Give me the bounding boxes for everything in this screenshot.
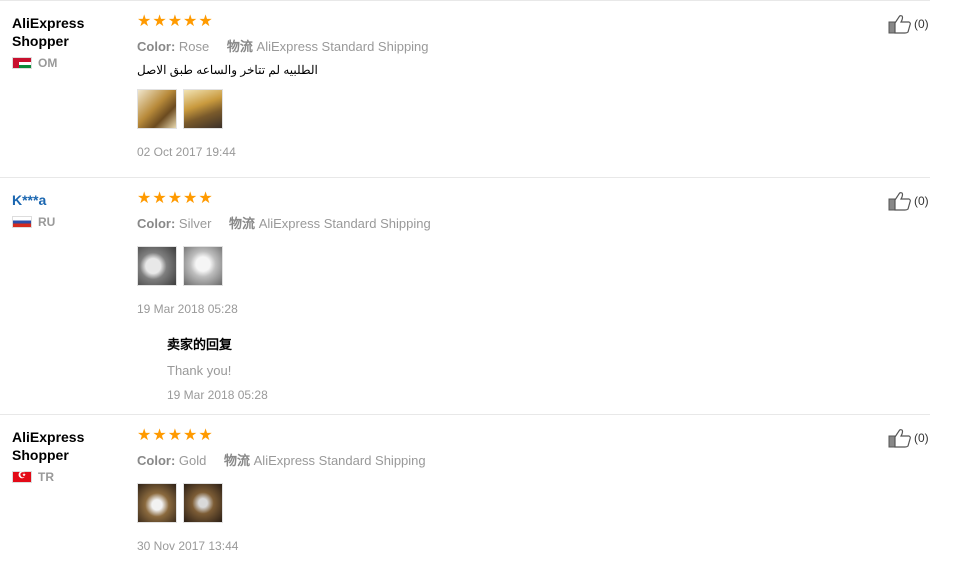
star-icon: ★ bbox=[152, 190, 167, 207]
review-content: ★ ★ ★ ★ ★ Color: Gold 物流 AliExpress Standard… bbox=[137, 428, 877, 553]
review-photos bbox=[137, 246, 877, 286]
review-photo-thumbnail[interactable] bbox=[183, 89, 223, 129]
star-icon: ★ bbox=[183, 427, 198, 444]
shipping-label: 物流 bbox=[226, 39, 253, 54]
review-photo-thumbnail[interactable] bbox=[137, 483, 177, 523]
color-value: Rose bbox=[178, 39, 210, 54]
color-label: Color: bbox=[137, 216, 176, 231]
reviewer-info: AliExpress Shopper OM bbox=[12, 14, 122, 70]
country-code: TR bbox=[38, 470, 54, 484]
shipping-value: AliExpress Standard Shipping bbox=[256, 39, 429, 54]
helpful-count: (0) bbox=[914, 431, 929, 445]
flag-icon bbox=[12, 470, 32, 483]
star-icon: ★ bbox=[152, 13, 167, 30]
reviewer-info: AliExpress Shopper TR bbox=[12, 428, 122, 484]
review-attributes: Color: Silver 物流 AliExpress Standard Shi… bbox=[137, 213, 877, 232]
helpful-count: (0) bbox=[914, 17, 929, 31]
reviewer-country: TR bbox=[12, 470, 122, 484]
review-photo-thumbnail[interactable] bbox=[183, 483, 223, 523]
star-icon: ★ bbox=[167, 13, 183, 30]
review-content: ★ ★ ★ ★ ★ Color: Rose 物流 AliExpress Standard… bbox=[137, 14, 877, 159]
star-icon: ★ bbox=[198, 427, 213, 444]
rating-stars: ★ ★ ★ ★ ★ bbox=[137, 191, 877, 207]
review-content: ★ ★ ★ ★ ★ Color: Silver 物流 AliExpress Standa… bbox=[137, 191, 877, 402]
star-icon: ★ bbox=[183, 190, 198, 207]
thumbs-up-icon bbox=[888, 192, 911, 211]
seller-reply-date: 19 Mar 2018 05:28 bbox=[167, 388, 268, 402]
seller-reply: 卖家的回复 Thank you! 19 Mar 2018 05:28 bbox=[167, 334, 877, 402]
review-attributes: Color: Gold 物流 AliExpress Standard Shipp… bbox=[137, 450, 877, 469]
review-item: AliExpress Shopper TR ★★★★★ Color: Gold … bbox=[0, 428, 930, 569]
star-icon: ★ bbox=[167, 427, 183, 444]
shipping-value: AliExpress Standard Shipping bbox=[253, 453, 426, 468]
reviewer-info: K***a RU bbox=[12, 191, 122, 229]
review-photo-thumbnail[interactable] bbox=[137, 89, 177, 129]
shipping-label: 物流 bbox=[224, 453, 251, 468]
review-photo-thumbnail[interactable] bbox=[137, 246, 177, 286]
review-date: 30 Nov 2017 13:44 bbox=[137, 539, 239, 553]
top-divider bbox=[0, 0, 930, 1]
thumbs-up-icon bbox=[888, 15, 911, 34]
color-value: Silver bbox=[178, 216, 212, 231]
reviewer-country: OM bbox=[12, 56, 122, 70]
review-item: AliExpress Shopper OM ★ ★ ★ ★ ★ Color: Rose … bbox=[0, 14, 930, 178]
star-icon: ★ bbox=[183, 13, 198, 30]
review-item: K***a RU ★ ★ ★ ★ ★ Color: Silver 物流 AliExpre… bbox=[0, 191, 930, 415]
reviewer-name: AliExpress Shopper bbox=[12, 429, 85, 463]
star-icon: ★ bbox=[198, 13, 213, 30]
star-icon: ★ bbox=[137, 190, 152, 207]
review-attributes: Color: Rose 物流 AliExpress Standard Shipp… bbox=[137, 36, 877, 55]
review-text: الطلبيه لم تتاخر والساعه طبق الاصل bbox=[137, 63, 318, 77]
rating-stars: ★ ★ ★ ★ ★ bbox=[137, 428, 877, 444]
helpful-button[interactable]: (0) bbox=[888, 428, 929, 448]
review-date: 02 Oct 2017 19:44 bbox=[137, 145, 236, 159]
star-icon: ★ bbox=[152, 427, 167, 444]
star-icon: ★ bbox=[137, 13, 152, 30]
shipping-value: AliExpress Standard Shipping bbox=[258, 216, 431, 231]
color-label: Color: bbox=[137, 39, 176, 54]
rating-stars: ★ ★ ★ ★ ★ bbox=[137, 14, 877, 30]
helpful-button[interactable]: (0) bbox=[888, 14, 929, 34]
star-icon: ★ bbox=[198, 190, 213, 207]
review-photos bbox=[137, 483, 877, 523]
helpful-button[interactable]: (0) bbox=[888, 191, 929, 211]
review-photos bbox=[137, 89, 877, 129]
seller-reply-title: 卖家的回复 bbox=[167, 337, 233, 352]
flag-icon bbox=[12, 216, 32, 228]
star-icon: ★ bbox=[137, 427, 152, 444]
thumbs-up-icon bbox=[888, 429, 911, 448]
reviewer-country: RU bbox=[12, 215, 122, 229]
color-label: Color: bbox=[137, 453, 176, 468]
seller-reply-text: Thank you! bbox=[167, 363, 232, 378]
star-icon: ★ bbox=[167, 190, 183, 207]
color-value: Gold bbox=[178, 453, 207, 468]
country-code: OM bbox=[38, 56, 58, 70]
shipping-label: 物流 bbox=[229, 216, 256, 231]
review-date: 19 Mar 2018 05:28 bbox=[137, 302, 238, 316]
helpful-count: (0) bbox=[914, 194, 929, 208]
flag-icon bbox=[12, 57, 32, 69]
reviewer-name[interactable]: K***a bbox=[12, 191, 122, 209]
reviewer-name: AliExpress Shopper bbox=[12, 15, 85, 49]
review-photo-thumbnail[interactable] bbox=[183, 246, 223, 286]
country-code: RU bbox=[38, 215, 56, 229]
